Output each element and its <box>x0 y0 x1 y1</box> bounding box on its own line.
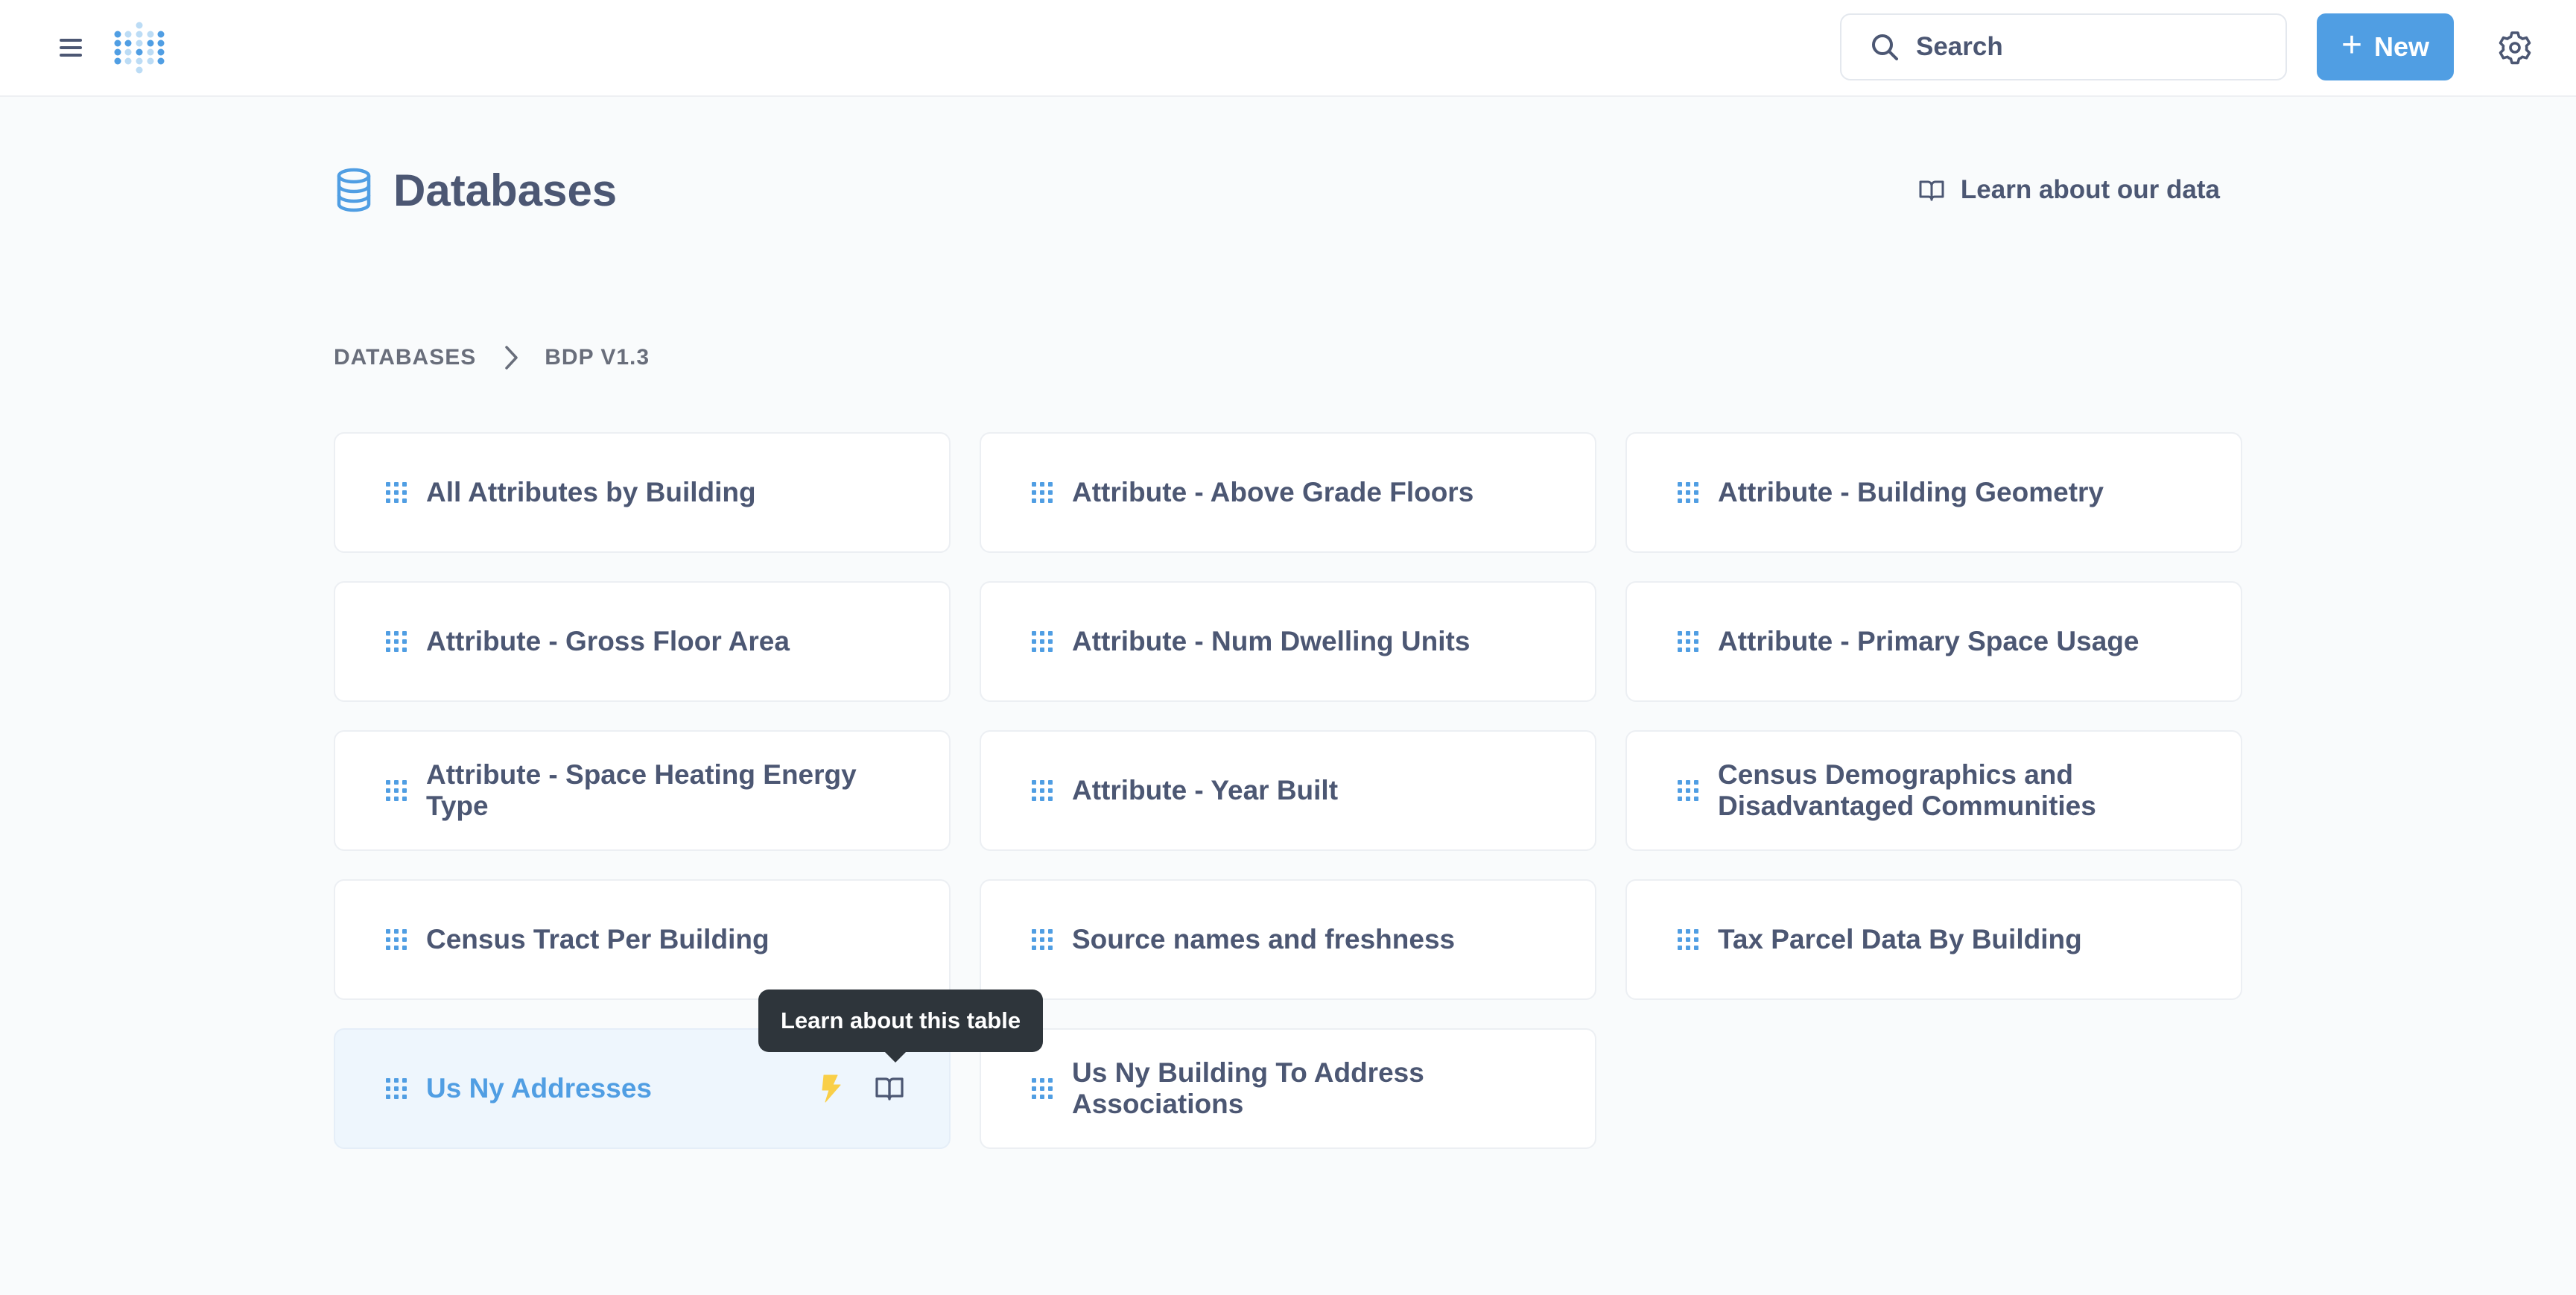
table-grid-icon <box>386 780 407 801</box>
table-card-title: Census Tract Per Building <box>426 924 770 954</box>
table-card-title: Census Demographics and Disadvantaged Co… <box>1718 759 2096 821</box>
search-input[interactable]: Search <box>1840 13 2287 80</box>
table-card-10[interactable]: Source names and freshness <box>980 879 1596 1000</box>
table-card-title: Attribute - Above Grade Floors <box>1072 477 1474 507</box>
search-placeholder: Search <box>1916 32 2003 61</box>
table-card-title: Source names and freshness <box>1072 924 1456 954</box>
table-card-title: All Attributes by Building <box>426 477 756 507</box>
book-icon <box>1919 180 1944 201</box>
gear-icon[interactable] <box>2497 30 2533 66</box>
table-card-2[interactable]: Attribute - Building Geometry <box>1625 432 2242 553</box>
chevron-right-icon <box>505 346 518 370</box>
table-card-title: Attribute - Primary Space Usage <box>1718 626 2139 656</box>
page-header: Databases <box>334 160 617 220</box>
top-navigation-bar: Search + New <box>0 0 2576 97</box>
book-icon[interactable] <box>875 1076 904 1101</box>
table-card-4[interactable]: Attribute - Num Dwelling Units <box>980 581 1596 702</box>
table-card-11[interactable]: Tax Parcel Data By Building <box>1625 879 2242 1000</box>
table-grid-icon <box>1678 929 1698 950</box>
table-card-9[interactable]: Census Tract Per Building <box>334 879 951 1000</box>
hamburger-icon[interactable] <box>55 33 89 63</box>
learn-about-data-label: Learn about our data <box>1960 175 2220 204</box>
tooltip-text: Learn about this table <box>781 1007 1021 1033</box>
metabase-logo[interactable] <box>112 18 167 77</box>
table-card-5[interactable]: Attribute - Primary Space Usage <box>1625 581 2242 702</box>
learn-about-data-link[interactable]: Learn about our data <box>1919 171 2220 209</box>
search-icon <box>1872 34 1898 60</box>
new-button-label: New <box>2374 31 2430 62</box>
database-icon <box>337 168 371 212</box>
table-card-1[interactable]: Attribute - Above Grade Floors <box>980 432 1596 553</box>
bolt-icon[interactable] <box>818 1074 843 1104</box>
table-card-13[interactable]: Us Ny Building To Address Associations <box>980 1028 1596 1149</box>
table-grid-icon <box>1032 1078 1053 1099</box>
new-button[interactable]: + New <box>2317 13 2454 80</box>
table-grid-icon <box>386 631 407 652</box>
table-card-7[interactable]: Attribute - Year Built <box>980 730 1596 851</box>
table-card-8[interactable]: Census Demographics and Disadvantaged Co… <box>1625 730 2242 851</box>
table-grid-icon <box>386 929 407 950</box>
plus-icon: + <box>2341 25 2362 65</box>
table-grid-icon <box>1032 631 1053 652</box>
table-grid-icon <box>1032 780 1053 801</box>
table-card-6[interactable]: Attribute - Space Heating Energy Type <box>334 730 951 851</box>
table-card-title: Tax Parcel Data By Building <box>1718 924 2082 954</box>
table-card-title: Attribute - Gross Floor Area <box>426 626 790 656</box>
table-grid-icon <box>1678 631 1698 652</box>
table-card-3[interactable]: Attribute - Gross Floor Area <box>334 581 951 702</box>
table-card-0[interactable]: All Attributes by Building <box>334 432 951 553</box>
table-card-title: Us Ny Building To Address Associations <box>1072 1057 1424 1119</box>
table-grid-icon <box>1032 482 1053 503</box>
breadcrumb-current-database: BDP V1.3 <box>545 345 650 370</box>
table-grid-icon <box>1678 780 1698 801</box>
page-title: Databases <box>393 165 618 215</box>
breadcrumb-databases[interactable]: DATABASES <box>334 345 476 370</box>
table-grid-icon <box>386 1078 407 1099</box>
table-card-title: Attribute - Building Geometry <box>1718 477 2104 507</box>
table-card-title: Attribute - Year Built <box>1072 775 1339 805</box>
table-grid-icon <box>1678 482 1698 503</box>
table-grid-icon <box>1032 929 1053 950</box>
tooltip: Learn about this table <box>758 990 1044 1063</box>
table-card-title: Attribute - Num Dwelling Units <box>1072 626 1471 656</box>
breadcrumb: DATABASES BDP V1.3 <box>334 341 650 374</box>
table-card-title: Attribute - Space Heating Energy Type <box>426 759 857 821</box>
table-grid-icon <box>386 482 407 503</box>
